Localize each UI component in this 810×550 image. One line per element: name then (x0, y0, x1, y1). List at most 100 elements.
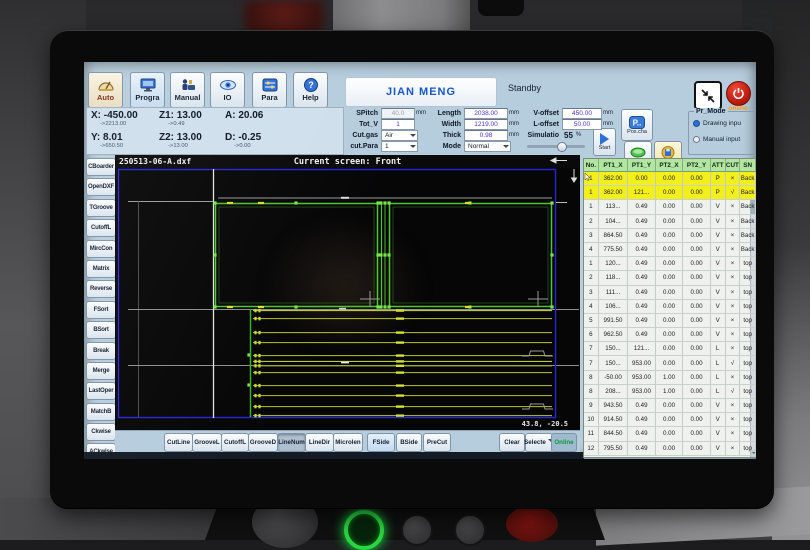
sheet-param-field[interactable]: 1219.00 (464, 119, 508, 130)
table-row[interactable]: 7150...953.000.000.00L√top (584, 356, 756, 370)
sidebar-item-opendxf[interactable]: OpenDXF (86, 178, 116, 196)
sidebar-item-lastoper[interactable]: LastOper (86, 382, 116, 400)
sidebar-item-cboarder[interactable]: CBoarder (86, 158, 116, 176)
sidebar-item-reverse[interactable]: Reverse (86, 280, 116, 298)
bottom-button-groovel[interactable]: GrooveL (192, 433, 222, 452)
selection-dash (341, 362, 349, 364)
strip-mid-marker (396, 309, 404, 311)
start-button[interactable]: Start (593, 128, 616, 156)
table-row[interactable]: 9943.500.490.000.00V×top (584, 399, 756, 413)
table-cell: 0.00 (683, 172, 711, 186)
tab-help[interactable]: ? Help (293, 72, 328, 108)
bottom-button-cutline[interactable]: CutLine (164, 433, 193, 452)
node-marker (376, 253, 379, 256)
bottom-button-linedir[interactable]: LineDir (305, 433, 334, 452)
tab-io[interactable]: IO (210, 72, 245, 108)
tab-auto[interactable]: Auto (88, 72, 123, 108)
sidebar-item-break[interactable]: Break (86, 342, 116, 360)
console-gray-button-2[interactable] (454, 514, 486, 546)
tab-para[interactable]: Para (252, 72, 287, 108)
table-row[interactable]: 3864.500.490.000.00V×Back (584, 229, 756, 243)
sheet-param-field[interactable]: 0.98 (464, 130, 508, 141)
sidebar-item-bsort[interactable]: BSort (86, 321, 116, 339)
bottom-button-grooved[interactable]: GrooveD (248, 433, 278, 452)
offset-param-field[interactable]: 50.00 (562, 119, 602, 130)
simulation-slider[interactable] (527, 145, 585, 148)
sidebar-item-tgroove[interactable]: TGroove (86, 199, 116, 217)
bottom-button-bside[interactable]: BSide (396, 433, 422, 452)
offset-params-group: Simulatio 55 % Start V-offset450.00mmL-o… (525, 108, 615, 154)
axis-value: D: -0.25 (225, 132, 295, 143)
table-row[interactable]: 1362.000.000.000.00P×Back (584, 172, 756, 186)
table-cell: top (740, 427, 756, 441)
table-cell: L (711, 371, 726, 385)
console-gray-button-1[interactable] (401, 514, 433, 546)
online-toggle[interactable]: Online (551, 433, 577, 452)
table-row[interactable]: 2104...0.490.000.00V×Back (584, 215, 756, 229)
table-row[interactable]: 6962.500.490.000.00V×top (584, 328, 756, 342)
table-row[interactable]: 4775.500.490.000.00V×Back (584, 243, 756, 257)
table-cell: 12 (584, 442, 599, 456)
sheet-param-field[interactable]: 2038.00 (464, 108, 508, 119)
table-row[interactable]: 8-50.00953.001.000.00L×top (584, 371, 756, 385)
table-row[interactable]: 4106...0.490.000.00V×top (584, 300, 756, 314)
strip-tick (254, 371, 256, 374)
sidebar-item-merge[interactable]: Merge (86, 362, 116, 380)
sidebar-item-mirccon[interactable]: MircCon (86, 240, 116, 258)
table-row[interactable]: 11844.500.490.000.00V×top (584, 427, 756, 441)
offset-param-field[interactable]: 450.00 (562, 108, 602, 119)
cut-param-label: cut.Para (346, 143, 378, 150)
sheet-param-select[interactable]: Normal (464, 141, 511, 152)
radio-drawing-input[interactable]: Drawing inpu (693, 120, 741, 127)
sidebar-item-fsort[interactable]: FSort (86, 301, 116, 319)
cut-param-field[interactable]: 1 (381, 119, 415, 130)
screen-bottom-strip (84, 452, 584, 459)
tab-manual[interactable]: Manual (170, 72, 205, 108)
cut-param-field[interactable]: 40.0 (381, 108, 415, 119)
select-mode-dropdown[interactable]: Selecte (525, 433, 553, 452)
axis-value: Y: 8.01 (91, 132, 161, 143)
tab-program[interactable]: Progra (130, 72, 165, 108)
bottom-button-microlen[interactable]: Microlen (333, 433, 363, 452)
pos-change-button[interactable]: P.. Pos.cha (621, 109, 653, 141)
bottom-button-precut[interactable]: PreCut (423, 433, 451, 452)
drawing-canvas[interactable]: 250513-06-A.dxf Current screen: Front 43… (115, 155, 580, 430)
table-row[interactable]: 1113...0.490.000.00V×Back (584, 200, 756, 214)
table-cell: × (726, 243, 741, 257)
sidebar-item-matrix[interactable]: Matrix (86, 260, 116, 278)
console-green-button[interactable] (344, 510, 384, 550)
sidebar-item-ckwise[interactable]: Ckwise (86, 423, 116, 441)
radio-dot-off (693, 136, 700, 143)
bottom-button-linenum[interactable]: LineNum (277, 433, 306, 452)
slider-thumb[interactable] (557, 142, 567, 152)
table-cell: 1.00 (656, 371, 684, 385)
sidebar-item-matchb[interactable]: MatchB (86, 403, 116, 421)
axis-label: Z1: (159, 110, 177, 121)
table-row[interactable]: 10914.500.490.000.00V×top (584, 413, 756, 427)
radio-manual-input[interactable]: Manual input (693, 136, 740, 143)
table-row[interactable]: 1120...0.490.000.00V×top (584, 257, 756, 271)
clear-button[interactable]: Clear (499, 433, 525, 452)
bottom-button-cutoffl[interactable]: CutoffL (221, 433, 249, 452)
console-red-button[interactable] (506, 506, 558, 542)
table-row[interactable]: 5991.500.490.000.00V×top (584, 314, 756, 328)
table-row[interactable]: 8208...953.001.000.00L√top (584, 385, 756, 399)
power-button[interactable] (726, 81, 751, 106)
table-cell: Back (740, 243, 756, 257)
machine-status: Standby (508, 83, 541, 93)
cut-param-select[interactable]: 1 (381, 141, 418, 152)
table-row[interactable]: 12795.500.490.000.00V×top (584, 442, 756, 456)
table-row[interactable]: 7150...121...0.000.00L×top (584, 342, 756, 356)
sidebar-item-cutoffl[interactable]: CutoffL (86, 219, 116, 237)
cut-param-select[interactable]: Air (381, 130, 418, 141)
table-row[interactable]: 1362.00121...0.000.00P√Back (584, 186, 756, 200)
entity-table[interactable]: No.PT1_XPT1_YPT2_XPT2_YATTCUTSN1362.000.… (583, 158, 756, 458)
strip-tick (254, 360, 256, 363)
strip-tick (258, 309, 260, 312)
help-icon: ? (302, 78, 320, 92)
table-cell: 0.00 (656, 243, 684, 257)
bottom-button-fside[interactable]: FSide (367, 433, 395, 452)
strip-tick (254, 414, 256, 417)
table-row[interactable]: 2118...0.490.000.00V×top (584, 271, 756, 285)
table-row[interactable]: 3111...0.490.000.00V×top (584, 286, 756, 300)
